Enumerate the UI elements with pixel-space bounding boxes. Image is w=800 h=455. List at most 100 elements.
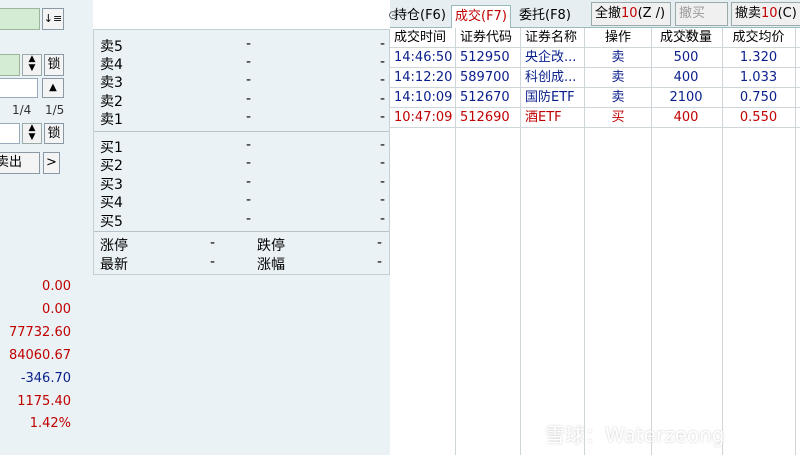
bid-row: 买5 - - bbox=[100, 211, 385, 230]
bid-volume: - bbox=[379, 137, 385, 153]
bid-volume: - bbox=[379, 174, 385, 190]
trade-time: 14:46:50 bbox=[394, 50, 453, 65]
bid-label: 买1 bbox=[100, 140, 123, 156]
bid-row: 买4 - - bbox=[100, 192, 385, 211]
table-row[interactable]: 14:46:50 512950 央企改... 卖 500 1.320 bbox=[390, 48, 800, 68]
security-name: 酒ETF bbox=[525, 110, 562, 125]
header-avg[interactable]: 成交均价 bbox=[724, 28, 793, 48]
security-name: 国防ETF bbox=[525, 90, 575, 105]
bid-price[interactable]: - bbox=[246, 174, 251, 190]
change-value: - bbox=[377, 254, 383, 270]
bid-row: 买3 - - bbox=[100, 174, 385, 193]
cancel-all-label: 全撤 bbox=[595, 6, 622, 21]
header-time[interactable]: 成交时间 bbox=[394, 28, 454, 48]
security-code: 512690 bbox=[460, 110, 510, 125]
bid-price[interactable]: - bbox=[246, 155, 251, 171]
cancel-sell-count: 10 bbox=[761, 6, 778, 21]
bid-volume: - bbox=[379, 211, 385, 227]
tab-positions[interactable]: 持仓(F6) bbox=[391, 5, 449, 28]
ask-volume: - bbox=[379, 36, 385, 52]
ask-label: 卖4 bbox=[100, 57, 123, 73]
trade-avg-price: 1.033 bbox=[739, 70, 778, 85]
ask-volume: - bbox=[379, 54, 385, 70]
sell-button[interactable]: 卖出 bbox=[0, 152, 40, 174]
trade-records-pane: ⊙ 持仓(F6) 成交(F7) 委托(F8) 全撤10(Z /) 撤买(X) 撤… bbox=[388, 0, 800, 455]
trade-quantity: 400 bbox=[673, 70, 699, 85]
quantity-field[interactable] bbox=[0, 123, 20, 144]
cancel-sell-key: (C) bbox=[777, 6, 797, 21]
trade-side: 卖 bbox=[611, 90, 625, 105]
watermark: 雪球：Waterzeong bbox=[545, 423, 725, 447]
amount-field[interactable] bbox=[0, 78, 38, 98]
ask-price[interactable]: - bbox=[246, 54, 251, 70]
header-op[interactable]: 操作 bbox=[586, 28, 650, 48]
bid-price[interactable]: - bbox=[246, 192, 251, 208]
trade-avg-price: 0.750 bbox=[739, 90, 778, 105]
account-value: 77732.60 bbox=[8, 325, 71, 340]
bid-volume: - bbox=[379, 155, 385, 171]
account-value: 0.00 bbox=[42, 302, 71, 317]
ask-price[interactable]: - bbox=[246, 109, 251, 125]
header-code[interactable]: 证券代码 bbox=[460, 28, 520, 48]
fraction-fifth[interactable]: 1/5 bbox=[45, 103, 64, 117]
cancel-sell-button[interactable]: 撤卖10(C) bbox=[731, 2, 800, 26]
ask-row: 卖1 - - bbox=[100, 109, 385, 128]
cancel-buy-button[interactable]: 撤买(X) bbox=[675, 2, 728, 43]
price-field[interactable] bbox=[0, 54, 20, 76]
table-row[interactable]: 10:47:09 512690 酒ETF 买 400 0.550 bbox=[390, 108, 800, 128]
bid-label: 买2 bbox=[100, 158, 123, 174]
cancel-all-key: (Z /) bbox=[637, 6, 666, 21]
ask-label: 卖1 bbox=[100, 112, 123, 128]
latest-label: 最新 bbox=[100, 257, 128, 273]
ask-price[interactable]: - bbox=[246, 72, 251, 88]
order-book-panel: 卖5 - - 卖4 - - 卖3 - - 卖2 - - 卖1 - - 买1 - - 买2 - - 买3 - - 买4 - - 买5 - -… bbox=[93, 29, 390, 275]
sort-icon[interactable]: ↓≡ bbox=[42, 8, 64, 30]
bid-row: 买2 - - bbox=[100, 155, 385, 174]
ask-label: 卖2 bbox=[100, 94, 123, 110]
trade-time: 10:47:09 bbox=[394, 110, 453, 125]
ask-row: 卖2 - - bbox=[100, 91, 385, 110]
trade-quantity: 500 bbox=[673, 50, 699, 65]
ask-price[interactable]: - bbox=[246, 36, 251, 52]
ask-label: 卖5 bbox=[100, 39, 123, 55]
ask-volume: - bbox=[379, 109, 385, 125]
stock-code-field[interactable] bbox=[0, 8, 40, 30]
ask-price[interactable]: - bbox=[246, 91, 251, 107]
order-entry-panel: ↓≡ ▲ ▼ 锁 ▲ 1/4 1/5 ▲ ▼ 锁 卖出 > 0.00 0.00 7773… bbox=[0, 0, 93, 455]
security-name: 央企改... bbox=[525, 50, 577, 65]
table-header: 成交时间 证券代码 证券名称 操作 成交数量 成交均价 bbox=[390, 28, 800, 48]
ask-row: 卖4 - - bbox=[100, 54, 385, 73]
cancel-all-count: 10 bbox=[621, 6, 638, 21]
ask-row: 卖5 - - bbox=[100, 36, 385, 55]
trade-quantity: 2100 bbox=[669, 90, 703, 105]
trade-time: 14:10:09 bbox=[394, 90, 453, 105]
bid-price[interactable]: - bbox=[246, 137, 251, 153]
bid-price[interactable]: - bbox=[246, 211, 251, 227]
trade-time: 14:12:20 bbox=[394, 70, 453, 85]
ask-label: 卖3 bbox=[100, 75, 123, 91]
security-name: 科创成... bbox=[525, 70, 577, 85]
header-qty[interactable]: 成交数量 bbox=[652, 28, 720, 48]
fraction-quarter[interactable]: 1/4 bbox=[12, 103, 31, 117]
book-divider bbox=[94, 231, 389, 232]
price-stepper[interactable]: ▲ ▼ bbox=[22, 54, 42, 76]
table-row[interactable]: 14:10:09 512670 国防ETF 卖 2100 0.750 bbox=[390, 88, 800, 108]
next-button[interactable]: > bbox=[43, 152, 60, 174]
quantity-lock-button[interactable]: 锁 bbox=[44, 123, 64, 144]
quantity-stepper[interactable]: ▲ ▼ bbox=[22, 123, 42, 144]
change-label: 涨幅 bbox=[257, 257, 285, 273]
limit-up-label: 涨停 bbox=[100, 238, 128, 254]
header-name[interactable]: 证券名称 bbox=[525, 28, 583, 48]
panel-background bbox=[93, 275, 390, 455]
up-arrow-icon[interactable]: ▲ bbox=[42, 78, 64, 98]
tab-trades[interactable]: 成交(F7) bbox=[451, 5, 511, 28]
tab-orders[interactable]: 委托(F8) bbox=[516, 5, 574, 28]
price-lock-button[interactable]: 锁 bbox=[44, 54, 64, 76]
bid-label: 买4 bbox=[100, 195, 123, 211]
trade-side: 卖 bbox=[611, 50, 625, 65]
trade-quantity: 400 bbox=[673, 110, 699, 125]
cancel-all-button[interactable]: 全撤10(Z /) bbox=[591, 2, 671, 26]
security-code: 512670 bbox=[460, 90, 510, 105]
bid-volume: - bbox=[379, 192, 385, 208]
table-row[interactable]: 14:12:20 589700 科创成... 卖 400 1.033 bbox=[390, 68, 800, 88]
